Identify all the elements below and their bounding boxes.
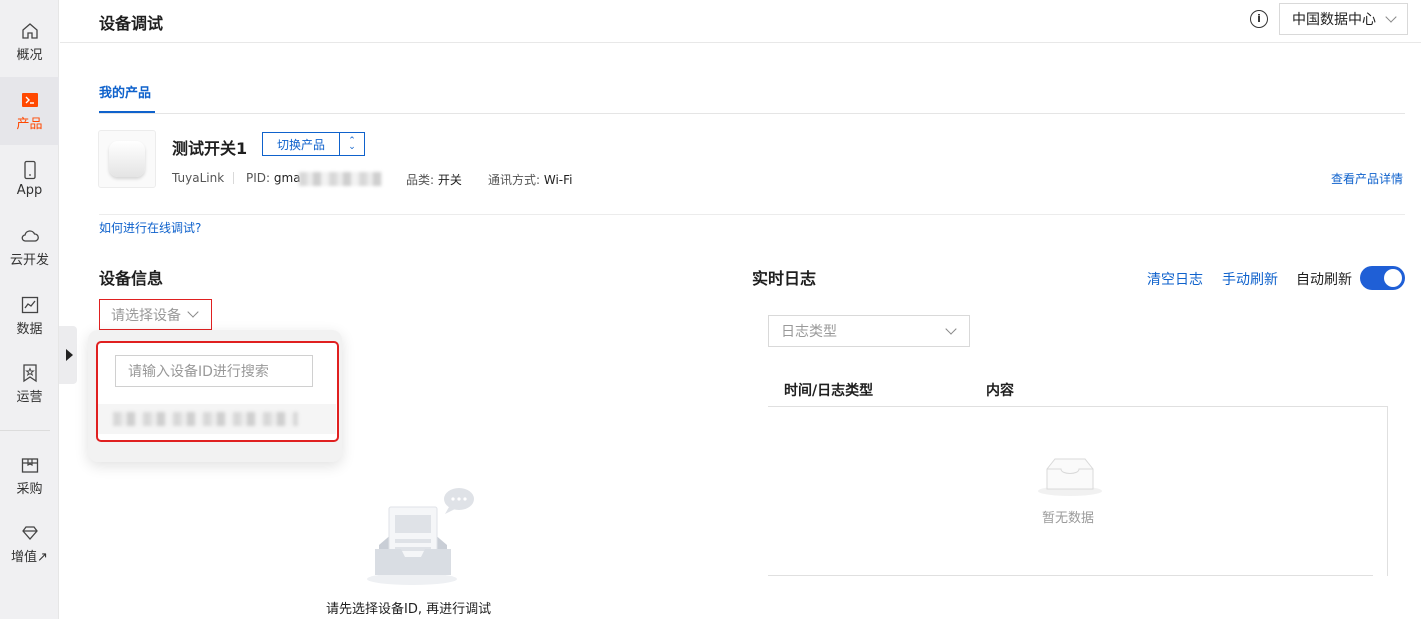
chevron-down-icon <box>187 306 199 318</box>
search-placeholder: 请输入设备ID进行搜索 <box>128 364 269 380</box>
chevron-down-icon <box>1385 11 1397 23</box>
switch-product-label: 切换产品 <box>263 133 340 155</box>
pid-value: gma <box>273 171 301 185</box>
comm-value: Wi-Fi <box>543 173 573 187</box>
empty-tray-icon <box>1038 458 1102 496</box>
header-divider <box>60 42 1421 43</box>
device-dropdown: 请输入设备ID进行搜索 <box>96 341 339 442</box>
region-select-value: 中国数据中心 <box>1292 12 1376 28</box>
log-type-placeholder: 日志类型 <box>781 324 837 340</box>
bookmark-star-icon <box>22 364 37 383</box>
terminal-icon <box>21 93 38 107</box>
how-to-debug-link[interactable]: 如何进行在线调试? <box>99 219 201 236</box>
product-protocol: TuyaLink <box>172 171 225 185</box>
switch-product-button[interactable]: 切换产品 ⌃ ⌄ <box>262 132 365 156</box>
sidebar-item-cloud[interactable]: 云开发 <box>0 213 59 281</box>
sidebar: 概况 产品 App 云开发 数据 运营 采购 增值↗ <box>0 0 59 619</box>
tab-my-products[interactable]: 我的产品 <box>99 82 151 101</box>
product-category: 品类: 开关 <box>406 171 462 188</box>
product-divider <box>99 214 1405 215</box>
sidebar-item-operations[interactable]: 运营 <box>0 350 59 418</box>
sidebar-divider <box>0 430 50 431</box>
sidebar-item-label: 增值↗ <box>11 550 48 565</box>
sidebar-item-overview[interactable]: 概况 <box>0 8 59 76</box>
sidebar-item-label: 运营 <box>16 390 43 405</box>
no-data-text: 暂无数据 <box>1042 511 1095 526</box>
sidebar-item-label: App <box>16 183 43 198</box>
device-info-title: 设备信息 <box>99 269 164 288</box>
tab-active-indicator <box>99 111 155 113</box>
table-header-divider <box>768 406 1388 407</box>
chevron-down-icon <box>945 323 957 335</box>
empty-state-message: 请先选择设备ID, 再进行调试 <box>326 602 492 617</box>
sidebar-item-label: 云开发 <box>9 253 49 268</box>
device-select-placeholder: 请选择设备 <box>111 307 181 324</box>
table-right-border <box>1387 406 1388 576</box>
column-header-time-type: 时间/日志类型 <box>784 383 874 399</box>
sidebar-item-label: 数据 <box>16 322 43 337</box>
meta-separator <box>233 172 234 184</box>
tab-bar-divider <box>99 113 1405 114</box>
sidebar-item-data[interactable]: 数据 <box>0 282 59 350</box>
product-pid: PID: gma <box>246 171 301 185</box>
cloud-icon <box>21 230 39 242</box>
device-id-redacted <box>113 412 298 426</box>
view-product-detail-link[interactable]: 查看产品详情 <box>1331 170 1403 187</box>
realtime-log-title: 实时日志 <box>752 269 817 288</box>
device-option[interactable] <box>98 404 336 434</box>
info-icon[interactable]: i <box>1250 10 1268 28</box>
sidebar-item-value-added[interactable]: 增值↗ <box>0 510 59 578</box>
category-value: 开关 <box>437 173 462 187</box>
auto-refresh-label: 自动刷新 <box>1296 272 1352 288</box>
clear-log-button[interactable]: 清空日志 <box>1147 269 1203 289</box>
sidebar-item-purchase[interactable]: 采购 <box>0 442 59 510</box>
phone-icon <box>23 160 36 180</box>
up-down-arrows-icon[interactable]: ⌃ ⌄ <box>340 133 364 155</box>
page-title: 设备调试 <box>99 14 164 33</box>
sidebar-collapse-toggle[interactable] <box>59 326 77 384</box>
empty-inbox-illustration <box>367 488 474 585</box>
pid-redacted <box>299 172 382 186</box>
product-comm: 通讯方式: Wi-Fi <box>488 171 573 188</box>
region-select[interactable]: 中国数据中心 <box>1279 3 1408 35</box>
home-icon <box>21 23 38 39</box>
switch-device-icon <box>109 141 145 177</box>
auto-refresh-toggle[interactable] <box>1360 266 1405 290</box>
sidebar-item-app[interactable]: App <box>0 145 59 213</box>
box-icon <box>21 458 38 473</box>
device-select[interactable]: 请选择设备 <box>99 299 212 330</box>
category-label: 品类: <box>406 173 435 187</box>
sidebar-item-product[interactable]: 产品 <box>0 77 59 145</box>
product-name: 测试开关1 <box>172 139 248 158</box>
sidebar-item-label: 概况 <box>16 48 43 63</box>
chart-icon <box>21 296 38 314</box>
pid-label: PID: <box>246 171 271 185</box>
diamond-icon <box>21 526 38 540</box>
table-bottom-border <box>768 575 1373 576</box>
sidebar-item-label: 产品 <box>16 117 43 132</box>
log-type-select[interactable]: 日志类型 <box>768 315 970 347</box>
manual-refresh-button[interactable]: 手动刷新 <box>1222 269 1278 289</box>
sidebar-item-label: 采购 <box>16 482 43 497</box>
product-image <box>98 130 156 188</box>
app-root: 概况 产品 App 云开发 数据 运营 采购 增值↗ 设备调试 i 中国数据中心… <box>0 0 1421 619</box>
device-id-search-input[interactable]: 请输入设备ID进行搜索 <box>115 355 313 387</box>
column-header-content: 内容 <box>986 383 1014 399</box>
comm-label: 通讯方式: <box>488 173 541 187</box>
